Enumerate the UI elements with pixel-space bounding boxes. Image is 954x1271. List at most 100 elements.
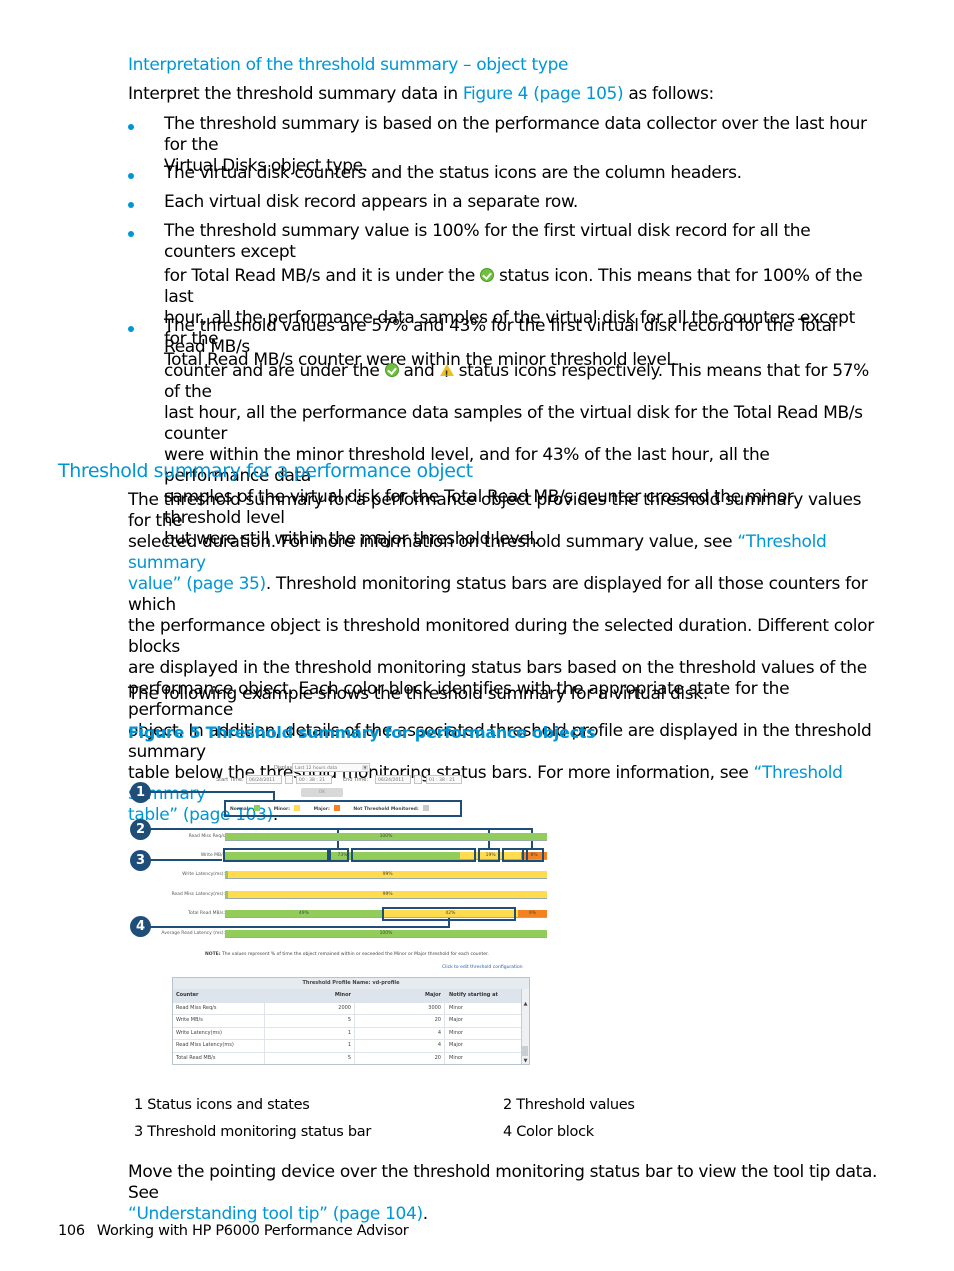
text-span: for Total Read MB/s and it is under the [164, 266, 480, 286]
color-block-normal[interactable]: 49% [225, 910, 383, 917]
intro-paragraph: Interpret the threshold summary data in … [128, 84, 714, 105]
ok-button[interactable]: OK [301, 788, 343, 797]
legend-swatch-major [333, 805, 340, 811]
start-date-input[interactable]: 06/24/2011 [246, 775, 282, 784]
threshold-summary-value-link[interactable]: value” (page 35) [128, 574, 266, 594]
table-row[interactable]: Write Latency(ms) 1 4 Minor [173, 1026, 529, 1039]
end-time-input[interactable]: 01 : 38 : 21 [426, 775, 462, 784]
table-cell: 1 [265, 1027, 355, 1039]
scroll-thumb[interactable] [522, 1046, 528, 1056]
threshold-status-bar[interactable]: 100% [225, 833, 547, 841]
callout-line [150, 791, 274, 793]
table-row[interactable]: Total Read MB/s 5 20 Minor [173, 1051, 529, 1064]
bullet-line: The threshold values are 57% and 43% for… [164, 316, 837, 357]
table-scrollbar[interactable]: ▲ ▼ [521, 989, 529, 1064]
counter-label: Read Miss Latency(ms): [171, 892, 225, 897]
legend: Normal: Minor: Major: Not Threshold Moni… [230, 805, 437, 812]
color-block-minor[interactable]: 99% [228, 891, 547, 898]
scroll-up-icon[interactable]: ▲ [522, 1001, 529, 1007]
column-header[interactable]: Minor [265, 990, 355, 1002]
legend-swatch-not-monitored [422, 805, 429, 811]
table-row[interactable]: Read Miss Latency(ms) 1 4 Major [173, 1039, 529, 1052]
table-cell: 1 [265, 1040, 355, 1052]
note-text: The values represent % of time the objec… [220, 952, 489, 957]
figure-title: Figure 5 Threshold summary for performan… [128, 723, 596, 742]
legend-swatch-normal [254, 805, 261, 811]
color-block-normal[interactable]: 100% [225, 930, 547, 937]
counter-label: Write MB/s [200, 853, 225, 858]
page-number: 106 [58, 1223, 85, 1239]
section-heading-interpretation: Interpretation of the threshold summary … [128, 55, 569, 75]
counter-label: Read Miss Req/s [188, 834, 225, 839]
table-header-row: Counter Minor Major Notify starting at [173, 989, 529, 1002]
table-cell: Minor [444, 1027, 521, 1039]
para-line: the performance object is threshold moni… [128, 616, 878, 658]
text-span: The threshold summary for a performance … [128, 490, 862, 531]
closing-paragraph: Move the pointing device over the thresh… [128, 1162, 888, 1225]
text-span: selected duration. For more information … [128, 532, 738, 552]
table-cell: 4 [437, 1029, 441, 1036]
legend-label-minor: Minor: [273, 807, 291, 812]
text-span: and [398, 361, 440, 381]
para-line: selected duration. For more information … [128, 532, 878, 574]
table-cell: Minor [444, 1052, 521, 1064]
callout-box-3 [223, 848, 329, 862]
table-cell: 5 [265, 1052, 355, 1064]
table-row[interactable]: Read Miss Req/s 2000 3000 Minor [173, 1001, 529, 1014]
calendar-icon[interactable] [285, 775, 293, 784]
table-cell: 2000 [265, 1002, 355, 1014]
page-footer: 106 Working with HP P6000 Performance Adv… [58, 1223, 409, 1239]
caption-4: 4 Color block [503, 1124, 594, 1140]
bullet-line: counter and are under the and status ico… [164, 361, 874, 403]
table-body: Read Miss Req/s 2000 3000 Minor Write MB/s 5 2… [173, 1001, 529, 1064]
note-label: NOTE: [205, 952, 221, 957]
color-block-major[interactable]: 9% [518, 910, 547, 917]
end-date-input[interactable]: 06/24/2011 [375, 775, 411, 784]
display-select[interactable]: Last 12 hours data ▼ [292, 763, 370, 772]
threshold-status-bar[interactable]: 100% [225, 930, 547, 938]
column-header[interactable]: Major [355, 990, 444, 1002]
table-title: Threshold Profile Name: vd-profile [173, 978, 529, 989]
callout-line [488, 828, 532, 830]
table-cell: Write MB/s [173, 1015, 265, 1027]
chevron-down-icon: ▼ [362, 765, 368, 770]
color-block-minor[interactable]: 99% [228, 871, 547, 878]
para-line: “Understanding tool tip” (page 104). [128, 1204, 888, 1225]
display-label: Display: [274, 765, 294, 771]
text-span: . [422, 1204, 428, 1224]
table-cell: Major [444, 1015, 521, 1027]
figure-4-link[interactable]: Figure 4 (page 105) [463, 84, 624, 104]
bullet-item-2: The virtual disk counters and the status… [164, 163, 742, 183]
footer-title: Working with HP P6000 Performance Adviso… [96, 1223, 409, 1239]
counter-label: Total Read MB/s: [187, 911, 225, 916]
table-cell: Read Miss Req/s [173, 1002, 265, 1014]
scroll-down-icon[interactable]: ▼ [522, 1058, 529, 1064]
legend-label-not-monitored: Not Threshold Monitored: [353, 807, 419, 812]
table-cell: Write Latency(ms) [173, 1027, 265, 1039]
table-cell: 4 [437, 1042, 441, 1048]
table-cell: Read Miss Latency(ms) [173, 1040, 265, 1052]
edit-threshold-link[interactable]: Click to edit threshold configuration [442, 965, 523, 970]
color-block-normal[interactable]: 100% [225, 833, 547, 840]
calendar-icon[interactable] [414, 775, 422, 784]
start-time-input[interactable]: 00 : 38 : 21 [296, 775, 332, 784]
threshold-profile-table: Threshold Profile Name: vd-profile Count… [172, 977, 530, 1065]
intro-suffix: as follows: [623, 84, 714, 104]
threshold-status-bar[interactable]: 99% [225, 871, 547, 879]
threshold-status-bar[interactable]: 99% [225, 891, 547, 899]
callout-line [150, 828, 490, 830]
understanding-tool-tip-link[interactable]: “Understanding tool tip” (page 104) [128, 1204, 423, 1224]
legend-label-major: Major: [313, 807, 330, 812]
section-heading-performance-object: Threshold summary for a performance obje… [58, 460, 473, 482]
table-cell: Total Read MB/s [173, 1052, 265, 1064]
table-row[interactable]: Write MB/s 5 20 Major [173, 1014, 529, 1027]
bullet-line: last hour, all the performance data samp… [164, 403, 863, 444]
closing-text: Move the pointing device over the thresh… [128, 1162, 878, 1203]
note: NOTE: The values represent % of time the… [205, 952, 489, 957]
caption-1: 1 Status icons and states [134, 1097, 310, 1113]
text-span: are displayed in the threshold monitorin… [128, 658, 867, 678]
column-header[interactable]: Notify starting at [444, 990, 521, 1002]
bullet-dot [128, 231, 134, 237]
column-header[interactable]: Counter [173, 990, 265, 1002]
bullet-dot [128, 173, 134, 179]
